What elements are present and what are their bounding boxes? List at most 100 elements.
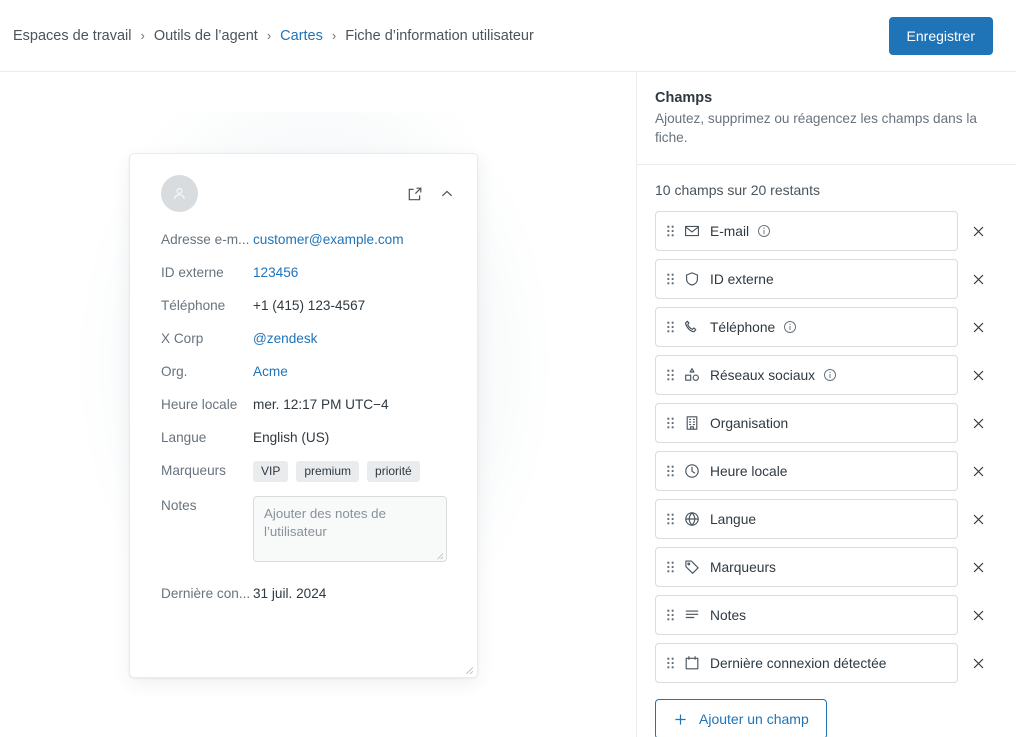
panel-field-item[interactable]: E-mail [655, 211, 958, 251]
tag-chip: priorité [367, 461, 420, 482]
card-field-row: Org. Acme [130, 362, 477, 381]
card-field-row: Langue English (US) [130, 428, 477, 447]
globe-icon [684, 511, 700, 527]
plus-icon [673, 712, 688, 727]
envelope-icon [684, 223, 700, 239]
shapes-icon [684, 367, 700, 383]
panel-field-item[interactable]: Notes [655, 595, 958, 635]
top-bar: Espaces de travail › Outils de l’agent › Car… [0, 0, 1016, 72]
external-link-icon[interactable] [407, 186, 423, 202]
remove-field-button[interactable] [958, 643, 998, 683]
card-field-row: Adresse e-m... customer@example.com [130, 230, 477, 249]
panel-field-row: Dernière connexion détectée [655, 643, 998, 683]
panel-field-item[interactable]: Marqueurs [655, 547, 958, 587]
calendar-icon [684, 655, 700, 671]
remove-field-button[interactable] [958, 355, 998, 395]
fields-panel-header: Champs Ajoutez, supprimez ou réagencez l… [637, 72, 1016, 165]
drag-handle-icon[interactable] [666, 272, 675, 286]
info-circle-icon[interactable] [823, 368, 837, 382]
panel-field-item[interactable]: ID externe [655, 259, 958, 299]
user-info-card: Adresse e-m... customer@example.com ID ext… [129, 153, 478, 678]
panel-field-label: ID externe [710, 271, 774, 287]
card-field-row: ID externe 123456 [130, 263, 477, 282]
breadcrumb-item-1: Espaces de travail [13, 27, 132, 44]
breadcrumb-item-2: Outils de l’agent [153, 27, 258, 44]
panel-title: Champs [655, 90, 713, 106]
remove-field-button[interactable] [958, 211, 998, 251]
drag-handle-icon[interactable] [666, 320, 675, 334]
remove-field-button[interactable] [958, 259, 998, 299]
phone-icon [684, 319, 700, 335]
info-circle-icon[interactable] [757, 224, 771, 238]
card-field-label: Org. [161, 364, 188, 379]
panel-field-label: Téléphone [710, 319, 776, 335]
card-field-value: 31 juil. 2024 [253, 586, 327, 601]
panel-field-item[interactable]: Organisation [655, 403, 958, 443]
card-notes-row: Notes Ajouter des notes de l’utilisateur [130, 496, 477, 562]
save-button[interactable]: Enregistrer [888, 16, 993, 55]
info-circle-icon[interactable] [783, 320, 797, 334]
add-field-label: Ajouter un champ [699, 711, 809, 727]
panel-field-item[interactable]: Dernière connexion détectée [655, 643, 958, 683]
fields-panel-body: 10 champs sur 20 restants E-mail ID exter… [637, 165, 1016, 737]
chevron-up-icon[interactable] [439, 186, 455, 202]
breadcrumb-item-4: Fiche d’information utilisateur [345, 27, 534, 44]
notes-textarea[interactable]: Ajouter des notes de l’utilisateur [253, 496, 447, 562]
fields-count-text: 10 champs sur 20 restants [655, 182, 820, 198]
remove-field-button[interactable] [958, 307, 998, 347]
panel-field-item[interactable]: Réseaux sociaux [655, 355, 958, 395]
panel-field-row: Notes [655, 595, 998, 635]
shield-icon [684, 271, 700, 287]
panel-field-item[interactable]: Heure locale [655, 451, 958, 491]
card-header [130, 154, 477, 212]
card-field-label: Dernière con... [161, 586, 251, 601]
clock-icon [684, 463, 700, 479]
card-field-row: X Corp @zendesk [130, 329, 477, 348]
remove-field-button[interactable] [958, 595, 998, 635]
drag-handle-icon[interactable] [666, 608, 675, 622]
panel-field-row: Langue [655, 499, 998, 539]
panel-field-row: Organisation [655, 403, 998, 443]
breadcrumb-item-3[interactable]: Cartes [280, 28, 323, 44]
drag-handle-icon[interactable] [666, 464, 675, 478]
panel-field-item[interactable]: Langue [655, 499, 958, 539]
drag-handle-icon[interactable] [666, 512, 675, 526]
drag-handle-icon[interactable] [666, 560, 675, 574]
panel-field-list: E-mail ID externe Téléphone Réseaux sociaux… [655, 211, 998, 683]
breadcrumb: Espaces de travail › Outils de l’agent › Car… [13, 28, 534, 44]
tag-icon [684, 559, 700, 575]
card-field-value[interactable]: @zendesk [253, 329, 317, 348]
drag-handle-icon[interactable] [666, 368, 675, 382]
panel-field-label: E-mail [710, 223, 750, 239]
card-field-value[interactable]: 123456 [253, 263, 298, 282]
notes-resize-handle[interactable] [433, 549, 444, 560]
panel-field-label: Heure locale [710, 463, 788, 479]
panel-field-label: Notes [710, 607, 747, 623]
remove-field-button[interactable] [958, 403, 998, 443]
card-field-row: Heure locale mer. 12:17 PM UTC−4 [130, 395, 477, 414]
card-field-value[interactable]: Acme [253, 362, 288, 381]
remove-field-button[interactable] [958, 499, 998, 539]
card-field-value: English (US) [253, 430, 330, 445]
card-field-label: Notes [161, 498, 197, 513]
remove-field-button[interactable] [958, 451, 998, 491]
drag-handle-icon[interactable] [666, 656, 675, 670]
breadcrumb-separator: › [331, 28, 337, 43]
notes-placeholder: Ajouter des notes de l’utilisateur [264, 506, 386, 539]
building-icon [684, 415, 700, 431]
panel-field-label: Réseaux sociaux [710, 367, 816, 383]
card-field-value[interactable]: customer@example.com [253, 230, 404, 249]
lines-icon [684, 607, 700, 623]
drag-handle-icon[interactable] [666, 224, 675, 238]
card-field-label: Heure locale [161, 397, 238, 412]
panel-field-item[interactable]: Téléphone [655, 307, 958, 347]
remove-field-button[interactable] [958, 547, 998, 587]
drag-handle-icon[interactable] [666, 416, 675, 430]
add-field-button[interactable]: Ajouter un champ [655, 699, 827, 737]
card-resize-handle[interactable] [461, 662, 474, 675]
breadcrumb-separator: › [140, 28, 145, 43]
card-preview-canvas: Adresse e-m... customer@example.com ID ext… [0, 72, 636, 737]
panel-field-label: Langue [710, 511, 757, 527]
card-field-value: mer. 12:17 PM UTC−4 [253, 397, 389, 412]
card-field-label: X Corp [161, 331, 204, 346]
